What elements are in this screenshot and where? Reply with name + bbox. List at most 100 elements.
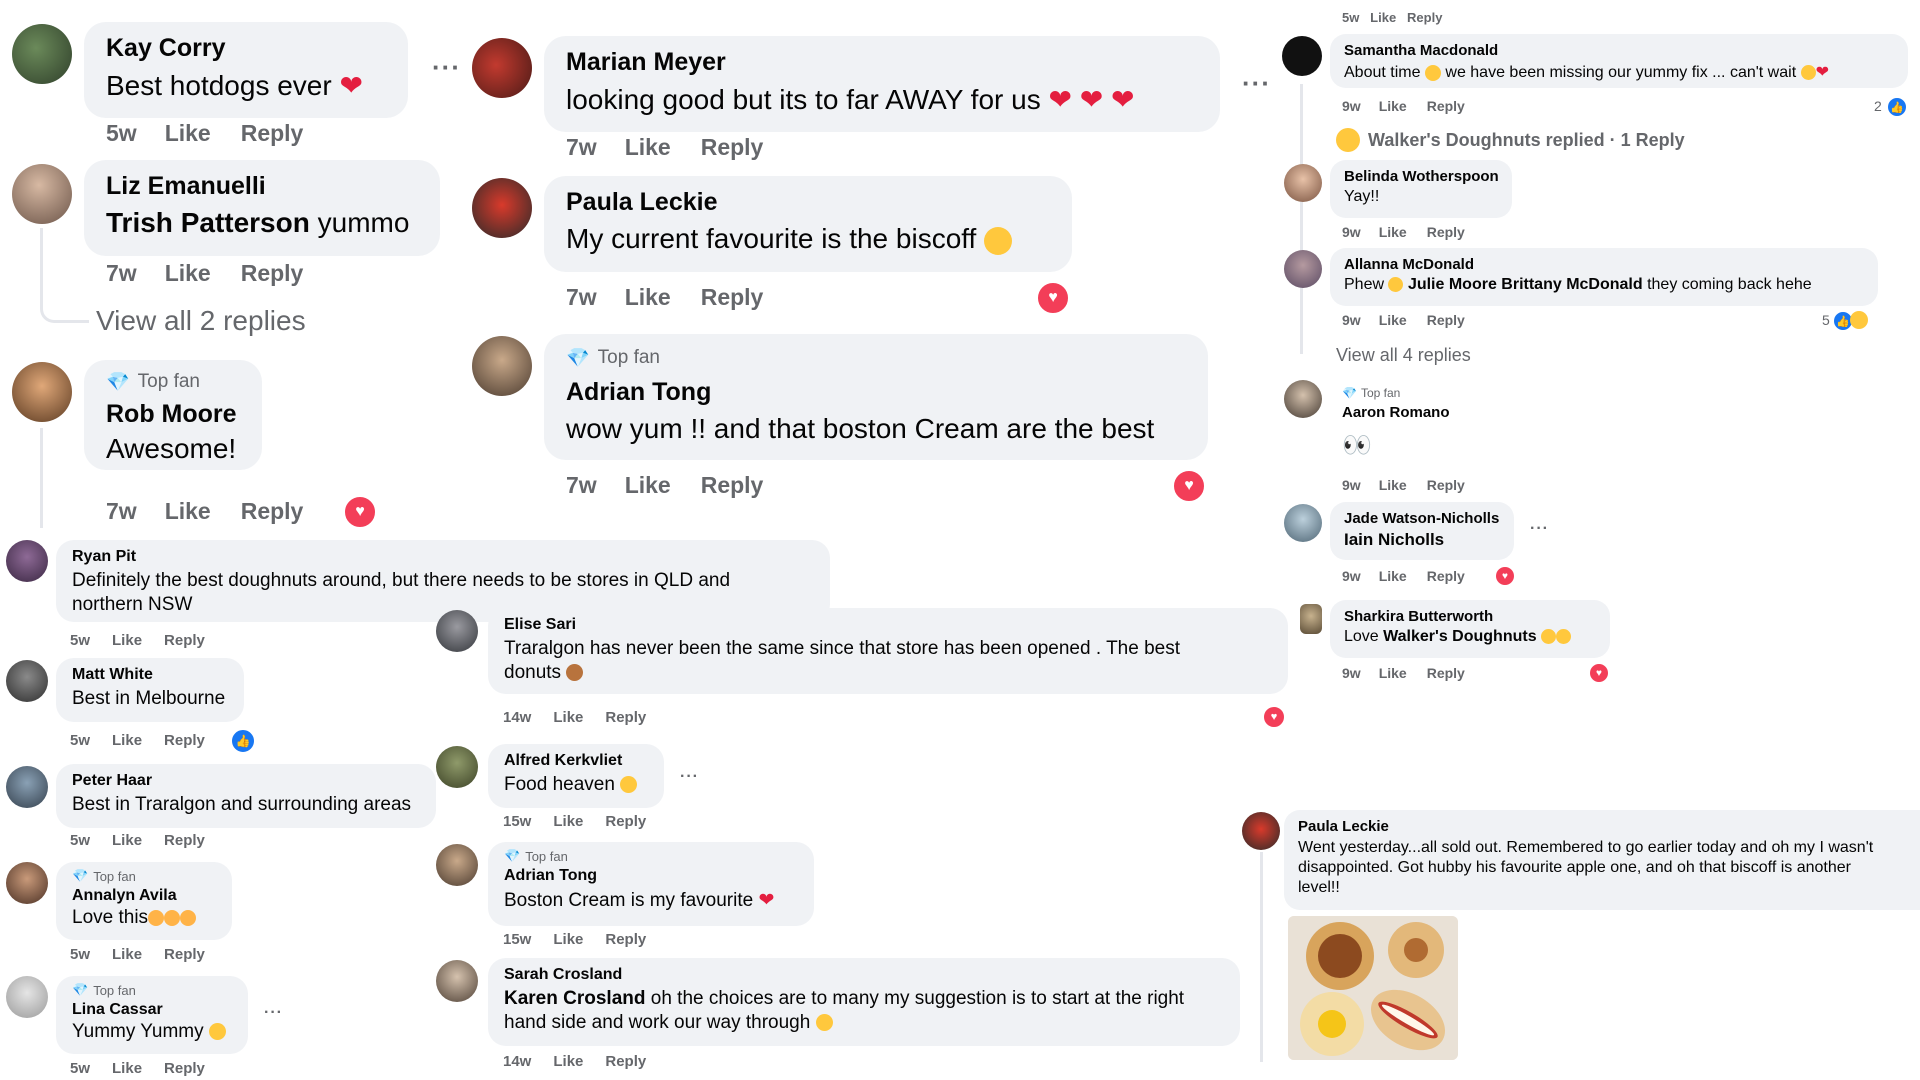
reply-button[interactable]: Reply	[241, 498, 304, 525]
reply-button[interactable]: Reply	[605, 709, 646, 726]
comment-time[interactable]: 7w	[566, 284, 597, 311]
like-button[interactable]: Like	[625, 284, 671, 311]
more-options-icon[interactable]: ···	[1530, 520, 1549, 538]
comment-author[interactable]: Liz Emanuelli	[106, 172, 418, 201]
more-options-icon[interactable]: ···	[680, 768, 699, 786]
like-button[interactable]: Like	[112, 832, 142, 849]
like-button[interactable]: Like	[165, 120, 211, 147]
comment-author[interactable]: Peter Haar	[72, 772, 420, 790]
like-button[interactable]: Like	[112, 732, 142, 749]
love-reaction-icon[interactable]: ♥	[1171, 468, 1207, 504]
like-button[interactable]: Like	[1379, 312, 1407, 328]
like-button[interactable]: Like	[625, 134, 671, 161]
comment-time[interactable]: 5w	[70, 832, 90, 849]
mention-link[interactable]: Karen Crosland	[504, 988, 645, 1009]
comment-time[interactable]: 14w	[503, 709, 531, 726]
avatar[interactable]	[1284, 250, 1322, 288]
mention-link[interactable]: Walker's Doughnuts	[1383, 628, 1536, 645]
more-options-icon[interactable]: ···	[264, 1004, 283, 1022]
avatar[interactable]	[472, 178, 532, 238]
comment-time[interactable]: 7w	[566, 472, 597, 499]
mention-link[interactable]: Iain Nicholls	[1344, 530, 1500, 550]
reply-button[interactable]: Reply	[605, 1053, 646, 1070]
love-reaction-icon[interactable]: ♥	[1035, 280, 1071, 316]
comment-author[interactable]: Samantha Macdonald	[1344, 42, 1894, 59]
comment-time[interactable]: 5w	[106, 120, 137, 147]
avatar[interactable]	[6, 862, 48, 904]
comment-author[interactable]: Annalyn Avila	[72, 887, 216, 905]
reply-button[interactable]: Reply	[1427, 665, 1465, 681]
love-reaction-icon[interactable]: ♥	[342, 494, 378, 530]
replied-link[interactable]: Walker's Doughnuts replied · 1 Reply	[1368, 130, 1685, 151]
avatar[interactable]	[6, 976, 48, 1018]
like-button[interactable]: Like	[112, 1060, 142, 1077]
comment-author[interactable]: Kay Corry	[106, 34, 386, 63]
reply-button[interactable]: Reply	[1427, 224, 1465, 240]
comment-author[interactable]: Paula Leckie	[1298, 818, 1906, 835]
comment-author[interactable]: Marian Meyer	[566, 48, 1198, 77]
mention-link[interactable]: Julie Moore Brittany McDonald	[1408, 276, 1643, 293]
reply-button[interactable]: Reply	[1427, 568, 1465, 584]
like-button[interactable]: Like	[625, 472, 671, 499]
like-button[interactable]: Like	[165, 260, 211, 287]
walkers-doughnuts-avatar-icon[interactable]	[1336, 128, 1360, 152]
comment-author[interactable]: Adrian Tong	[504, 867, 798, 885]
love-reaction-icon[interactable]: ♥	[1494, 565, 1516, 587]
view-replies-link[interactable]: View all 2 replies	[96, 305, 306, 337]
more-options-icon[interactable]: ···	[432, 52, 461, 83]
reply-button[interactable]: Reply	[164, 946, 205, 963]
comment-author[interactable]: Allanna McDonald	[1344, 256, 1864, 273]
comment-time[interactable]: 7w	[106, 498, 137, 525]
mention-link[interactable]: Trish Patterson	[106, 207, 310, 238]
comment-author[interactable]: Sharkira Butterworth	[1344, 608, 1596, 625]
like-button[interactable]: Like	[553, 813, 583, 830]
comment-author[interactable]: Rob Moore	[106, 400, 240, 429]
avatar[interactable]	[1242, 812, 1280, 850]
comment-author[interactable]: Aaron Romano	[1342, 404, 1450, 421]
avatar[interactable]	[6, 766, 48, 808]
like-button[interactable]: Like	[1379, 98, 1407, 114]
comment-time[interactable]: 9w	[1342, 665, 1361, 681]
reply-button[interactable]: Reply	[605, 813, 646, 830]
like-button[interactable]: Like	[553, 931, 583, 948]
comment-time[interactable]: 5w	[70, 632, 90, 649]
reply-button[interactable]: Reply	[1427, 98, 1465, 114]
reply-button[interactable]: Reply	[701, 134, 764, 161]
love-reaction-icon[interactable]: ♥	[1588, 662, 1610, 684]
reply-button[interactable]: Reply	[701, 284, 764, 311]
reply-button[interactable]: Reply	[701, 472, 764, 499]
comment-author[interactable]: Lina Cassar	[72, 1001, 232, 1019]
comment-author[interactable]: Elise Sari	[504, 616, 1272, 634]
comment-author[interactable]: Jade Watson-Nicholls	[1344, 510, 1500, 527]
avatar[interactable]	[436, 746, 478, 788]
comment-time[interactable]: 9w	[1342, 477, 1361, 493]
reply-button[interactable]: Reply	[1427, 312, 1465, 328]
comment-author[interactable]: Adrian Tong	[566, 378, 1186, 407]
avatar[interactable]	[1282, 36, 1322, 76]
avatar[interactable]	[436, 844, 478, 886]
like-button[interactable]: Like	[1379, 665, 1407, 681]
comment-author[interactable]: Alfred Kerkvliet	[504, 752, 648, 770]
like-button[interactable]: Like	[1379, 477, 1407, 493]
comment-time[interactable]: 5w	[70, 946, 90, 963]
reaction-count[interactable]: 5	[1822, 312, 1830, 328]
like-button[interactable]: Like	[553, 1053, 583, 1070]
comment-time[interactable]: 15w	[503, 813, 531, 830]
like-button[interactable]: Like	[112, 946, 142, 963]
comment-time[interactable]: 9w	[1342, 98, 1361, 114]
like-reaction-icon[interactable]: 👍	[230, 728, 256, 754]
comment-time[interactable]: 5w	[70, 1060, 90, 1077]
comment-time[interactable]: 14w	[503, 1053, 531, 1070]
comment-author[interactable]: Belinda Wotherspoon	[1344, 168, 1499, 185]
comment-time[interactable]: 9w	[1342, 224, 1361, 240]
comment-author[interactable]: Matt White	[72, 666, 228, 684]
comment-author[interactable]: Sarah Crosland	[504, 966, 1224, 984]
avatar[interactable]	[472, 336, 532, 396]
reply-button[interactable]: Reply	[164, 1060, 205, 1077]
comment-time[interactable]: 9w	[1342, 568, 1361, 584]
reaction-count[interactable]: 2	[1874, 98, 1882, 114]
avatar[interactable]	[1300, 604, 1322, 634]
more-options-icon[interactable]: ···	[1242, 68, 1271, 99]
avatar[interactable]	[12, 362, 72, 422]
love-reaction-icon[interactable]: ♥	[1262, 705, 1286, 729]
